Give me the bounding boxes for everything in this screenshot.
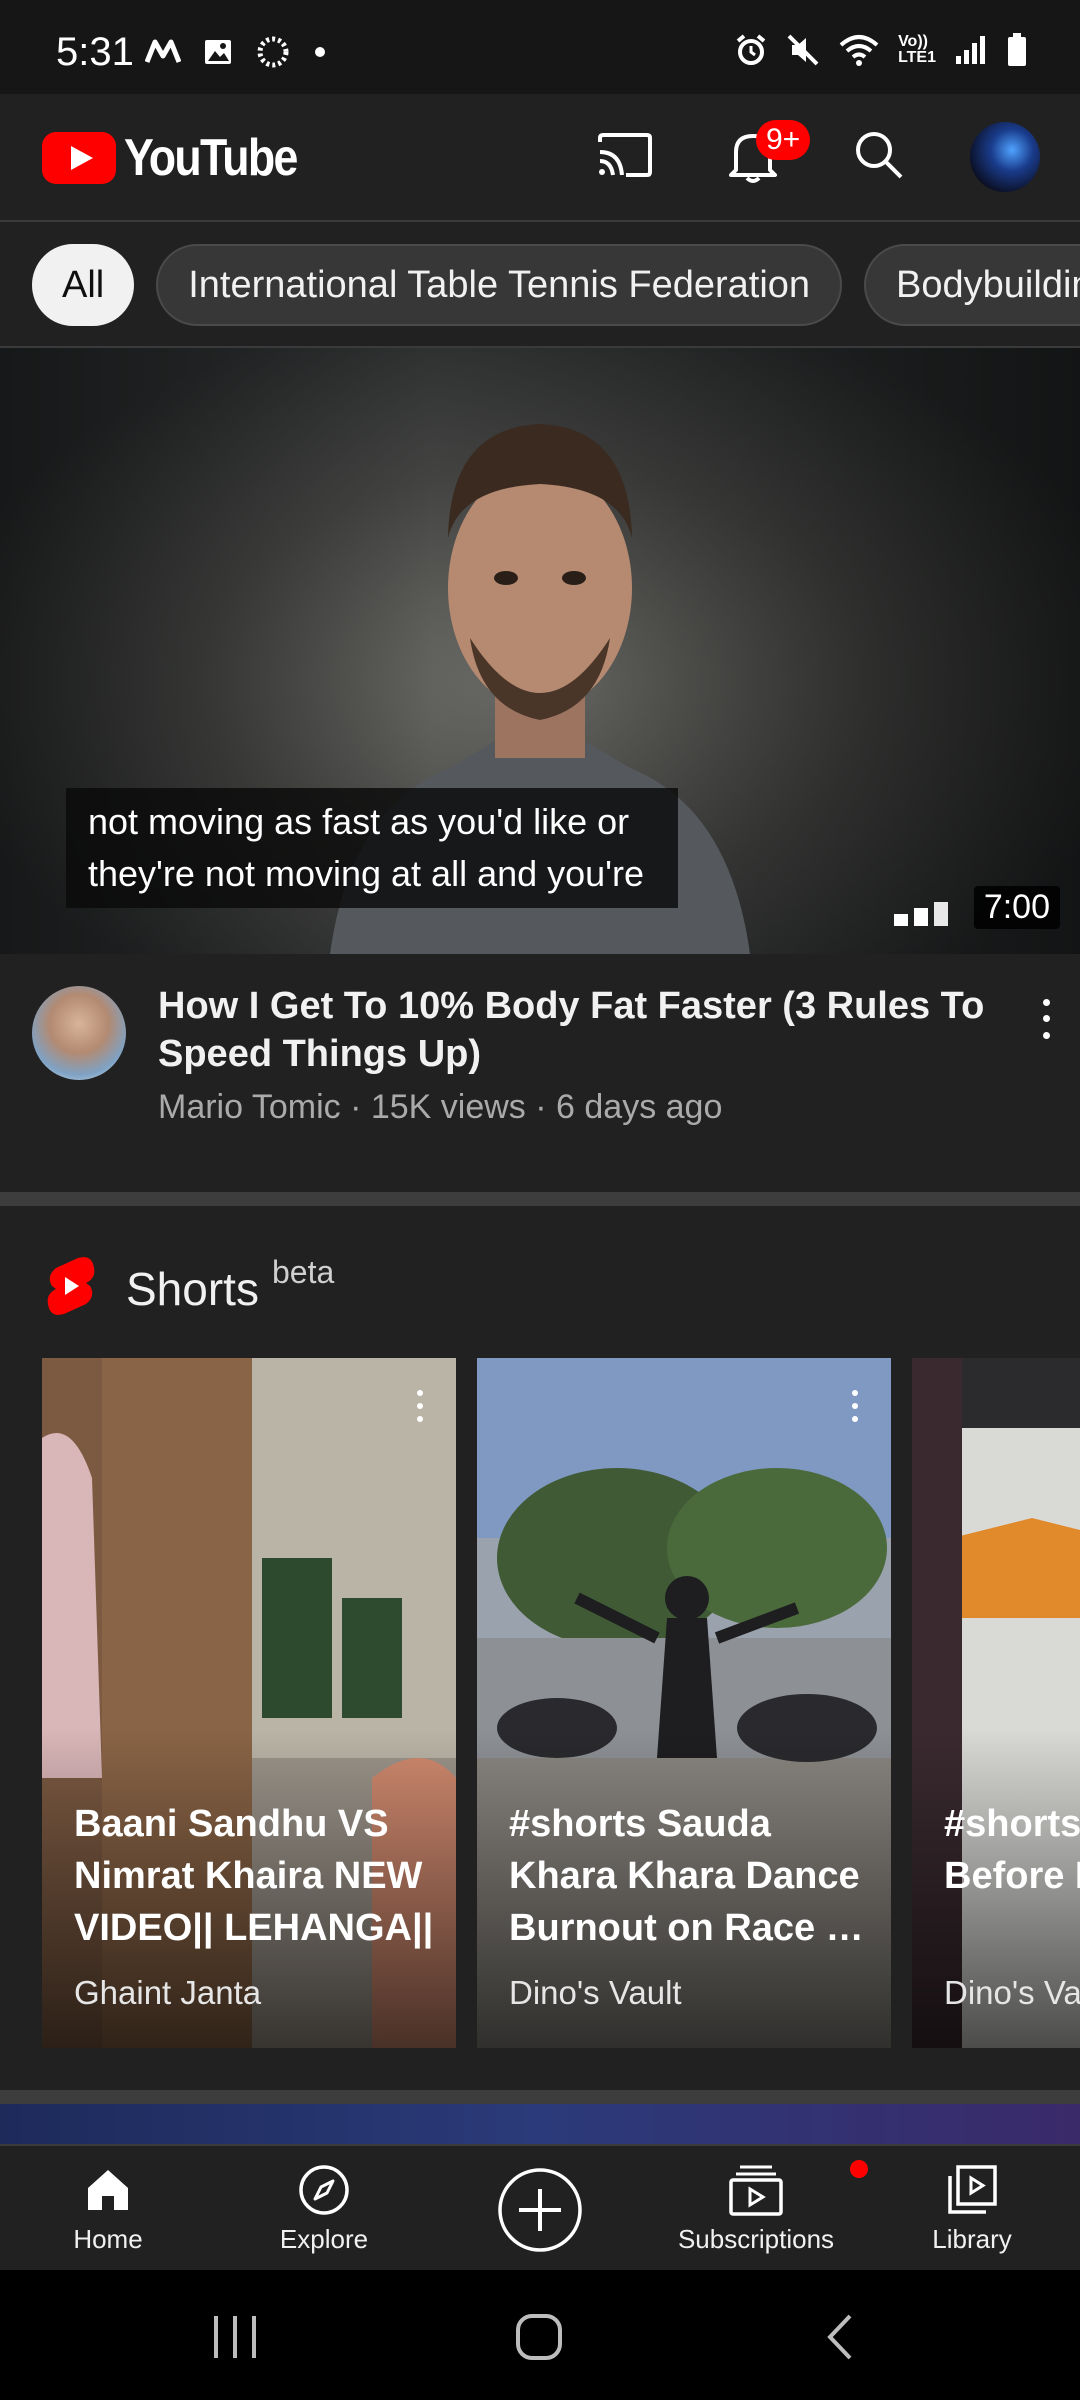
youtube-play-icon: [42, 132, 116, 184]
shorts-shelf-header: Shorts beta: [0, 1206, 1080, 1346]
chip-ittf[interactable]: International Table Tennis Federation: [156, 244, 843, 326]
compass-icon: [297, 2160, 351, 2220]
wifi-icon: [838, 33, 880, 67]
mute-icon: [786, 33, 820, 67]
filter-chip-bar: All International Table Tennis Federatio…: [0, 220, 1080, 348]
loading-ring-icon: [255, 34, 291, 70]
volte-icon: Vo)) LTE1: [898, 34, 936, 66]
nav-explore-label: Explore: [279, 2224, 369, 2254]
shorts-title: Shorts: [126, 1263, 259, 1315]
short-card[interactable]: #shorts Sauda Khara Khara Dance Burnout …: [477, 1358, 891, 2048]
dot-icon: [313, 45, 327, 59]
battery-icon: [1006, 32, 1028, 68]
alarm-icon: [734, 33, 768, 67]
nav-home[interactable]: Home: [0, 2160, 216, 2270]
shorts-beta-label: beta: [272, 1254, 335, 1290]
create-plus-icon: [497, 2160, 583, 2260]
caption-line-2: they're not moving at all and you're: [88, 853, 645, 894]
nav-library-label: Library: [932, 2224, 1012, 2254]
search-button[interactable]: [846, 124, 912, 190]
chip-bodybuilding[interactable]: Bodybuilding: [864, 244, 1080, 326]
short-title: #shorts Dheeme Before D: [944, 1803, 1080, 1897]
subscriptions-icon: [728, 2160, 868, 2220]
motorola-m-icon: [145, 38, 181, 66]
section-divider: [0, 2090, 1080, 2104]
short-more-button[interactable]: [410, 1386, 430, 1426]
short-channel: Dino's Vault: [509, 1974, 682, 2011]
app-bar: YouTube 9+: [0, 94, 1080, 220]
short-channel: Ghaint Janta: [74, 1974, 262, 2011]
status-bar: 5:31 Vo)) LTE1: [0, 0, 1080, 94]
home-icon: [84, 2160, 132, 2220]
system-navigation-bar: [0, 2270, 1080, 2400]
account-avatar[interactable]: [970, 122, 1040, 192]
video-meta[interactable]: How I Get To 10% Body Fat Faster (3 Rule…: [0, 954, 1080, 1192]
youtube-wordmark: YouTube: [124, 129, 298, 187]
gallery-icon: [203, 37, 233, 67]
shorts-shelf: Baani Sandhu VS Nimrat Khaira NEW VIDEO|…: [0, 1358, 1080, 2048]
video-title[interactable]: How I Get To 10% Body Fat Faster (3 Rule…: [158, 982, 998, 1078]
volte-label: Vo)): [898, 33, 928, 50]
lte-label: LTE1: [898, 49, 936, 66]
nav-home-label: Home: [73, 2224, 143, 2254]
nav-create[interactable]: [432, 2160, 648, 2270]
short-more-button[interactable]: [845, 1386, 865, 1426]
video-thumbnail[interactable]: not moving as fast as you'd like or they…: [0, 348, 1080, 954]
cast-button[interactable]: [592, 124, 658, 190]
search-icon: [853, 129, 905, 186]
chip-all[interactable]: All: [32, 244, 135, 326]
youtube-logo[interactable]: YouTube: [42, 128, 325, 188]
short-card[interactable]: Baani Sandhu VS Nimrat Khaira NEW VIDEO|…: [42, 1358, 456, 2048]
shorts-logo-icon: [46, 1256, 96, 1316]
status-time: 5:31: [56, 30, 134, 74]
short-title: #shorts Sauda Khara Khara Dance Burnout …: [509, 1803, 864, 1949]
notifications-button[interactable]: 9+: [720, 120, 811, 190]
back-button[interactable]: [822, 2312, 856, 2367]
nav-explore[interactable]: Explore: [216, 2160, 432, 2270]
recent-apps-button[interactable]: [210, 2314, 260, 2365]
status-left-icons: [145, 34, 327, 70]
short-channel: Dino's Va: [944, 1974, 1080, 2011]
preview-quality-icon: [894, 902, 948, 926]
home-system-button[interactable]: [514, 2312, 564, 2367]
status-right-icons: Vo)) LTE1: [734, 32, 1028, 68]
notification-badge: 9+: [756, 120, 811, 160]
cell-signal-icon: [954, 34, 988, 66]
library-icon: [946, 2160, 998, 2220]
next-shelf-peek[interactable]: [0, 2104, 1080, 2144]
video-more-button[interactable]: [1028, 994, 1064, 1044]
bottom-navigation: Home Explore Subscriptions Library: [0, 2144, 1080, 2270]
short-title: Baani Sandhu VS Nimrat Khaira NEW VIDEO|…: [74, 1803, 434, 1949]
caption-line-1: not moving as fast as you'd like or: [88, 801, 630, 842]
closed-caption: not moving as fast as you'd like or they…: [66, 788, 678, 908]
video-duration: 7:00: [973, 886, 1060, 929]
section-divider: [0, 1192, 1080, 1206]
channel-avatar[interactable]: [32, 986, 126, 1080]
video-subtitle: Mario Tomic · 15K views · 6 days ago: [158, 1088, 723, 1126]
nav-library[interactable]: Library: [864, 2160, 1080, 2270]
nav-subscriptions-label: Subscriptions: [677, 2224, 835, 2254]
short-card[interactable]: #shorts Dheeme Before D Dino's Va: [912, 1358, 1080, 2048]
nav-subscriptions[interactable]: Subscriptions: [648, 2160, 868, 2270]
cast-icon: [596, 132, 654, 183]
